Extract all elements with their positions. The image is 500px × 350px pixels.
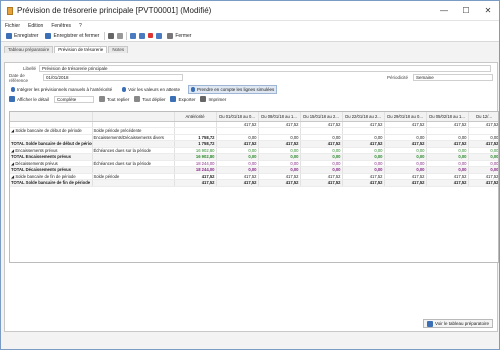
save-button[interactable]: Enregistrer [4,32,40,39]
column-header[interactable]: Du 08/01/18 au 1... [258,112,301,122]
menu-fichier[interactable]: Fichier [5,23,20,29]
option-lignes-simulees[interactable]: Prendre en compte les lignes simulées [187,84,278,94]
column-header[interactable] [10,112,93,122]
floppy-close-icon [45,32,52,39]
treasury-grid[interactable]: Antériorité Du 01/01/18 au 0... Du 08/01/1… [9,111,499,263]
window-title: Prévision de trésorerie principale [PVT0… [17,6,212,15]
floppy-icon [6,32,12,39]
tab-tableau-preparatoire[interactable]: Tableau préparatoire [4,46,54,53]
menu-edition[interactable]: Edition [28,23,43,29]
tout-deplier-button[interactable]: Tout déplier [134,96,165,102]
menu-fenetres[interactable]: Fenêtres [51,23,71,29]
value-cell: 417,52 [426,179,469,187]
afficher-detail: Afficher le détail [9,96,49,102]
column-header[interactable] [92,112,175,122]
table-icon [426,320,433,327]
tab-notes[interactable]: Notes [108,46,129,53]
value-cell: 417,52 [384,179,427,187]
option-integrer[interactable]: Intégrer les prévisionnels manuels à l'a… [9,86,114,93]
minimize-button[interactable]: — [433,1,455,21]
voir-tableau-button[interactable]: Voir le tableau préparatoire [422,319,493,328]
delete-icon[interactable] [148,33,154,38]
detail-icon [9,96,15,102]
export-icon [170,96,177,102]
save-close-button[interactable]: Enregistrer et fermer [43,32,101,39]
pin-icon [122,86,127,92]
exporter-button[interactable]: Exporter [170,96,195,102]
tab-strip: Tableau préparatoire Prévision de trésor… [1,45,499,53]
tout-replier-button[interactable]: Tout replier [98,96,129,102]
maximize-button[interactable]: ☐ [455,1,477,21]
table-row[interactable]: TOTAL Solde bancaire de fin de période 41… [10,179,498,187]
row-label-cell: ◢ Solde bancaire de début de période [10,127,93,135]
option-valeurs-attente[interactable]: Voir les valeurs en attente [120,86,182,93]
imprimer-button[interactable]: Imprimer [200,96,226,102]
title-bar: Prévision de trésorerie principale [PVT0… [1,1,499,21]
expand-icon [134,96,141,102]
value-cell: 417,52 [300,179,343,187]
column-header[interactable]: Du 22/01/18 au 2... [342,112,385,122]
preview-icon[interactable] [117,32,124,39]
treasury-table: Antériorité Du 01/01/18 au 0... Du 08/01/1… [10,112,498,187]
libelle-field[interactable]: Prévision de trésorerie principale [39,65,491,72]
column-header[interactable]: Du 01/01/18 au 0... [216,112,259,122]
value-cell: 417,52 [342,179,385,187]
app-icon [7,6,13,15]
options-row: Intégrer les prévisionnels manuels à l'a… [5,84,497,94]
row-sublabel-cell [92,179,175,187]
column-header[interactable]: Du 15/01/18 au 2... [300,112,343,122]
undo-icon[interactable] [130,32,137,39]
value-cell: 417,52 [174,179,217,187]
detail-select[interactable]: Complète [53,95,94,103]
row-label-cell: TOTAL Solde bancaire de début de période [10,140,93,148]
tab-prevision-tresorerie[interactable]: Prévision de trésorerie [54,46,108,53]
periodicite-select[interactable]: Semaine [413,74,493,81]
door-icon [167,32,174,39]
periodicite-label: Périodicité [387,75,409,80]
actions-row: Afficher le détail Complète Tout replier… [5,94,497,104]
value-cell: 417,52 [258,179,301,187]
print-icon[interactable] [108,32,115,39]
date-field[interactable]: 01/01/2018 [43,74,183,81]
menu-bar: Fichier Edition Fenêtres ? [1,21,499,30]
toolbar-divider [126,31,128,40]
libelle-label: Libellé [22,66,36,71]
app-window: Prévision de trésorerie principale [PVT0… [0,0,500,350]
column-header[interactable]: Antériorité [174,112,217,122]
pin-icon [11,86,15,92]
row-sublabel-cell: Encaissements/Décaissements divers [92,134,175,141]
toolbar-divider [104,31,106,40]
row-label-cell: TOTAL Solde bancaire de fin de période [10,179,93,187]
collapse-icon [98,96,105,102]
redo-icon[interactable] [139,32,146,39]
date-row: Date de référence 01/01/2018 Périodicité… [5,72,497,83]
share-icon[interactable] [156,32,163,39]
main-panel: Libellé Prévision de trésorerie principa… [4,62,499,332]
value-cell: 417,52 [216,179,259,187]
column-header[interactable]: Du 12/... [468,112,498,122]
printer-icon [200,96,207,102]
toolbar: Enregistrer Enregistrer et fermer Fermer [1,30,499,42]
pin-icon [190,86,195,92]
column-header[interactable]: Du 05/02/18 au 1... [426,112,469,122]
column-header[interactable]: Du 29/01/18 au 0... [384,112,427,122]
value-cell: 417,52 [468,179,498,187]
menu-help[interactable]: ? [79,23,82,29]
close-button[interactable]: Fermer [165,32,193,39]
libelle-row: Libellé Prévision de trésorerie principa… [5,64,497,73]
date-label: Date de référence [9,72,29,83]
close-window-button[interactable]: ✕ [477,1,499,21]
